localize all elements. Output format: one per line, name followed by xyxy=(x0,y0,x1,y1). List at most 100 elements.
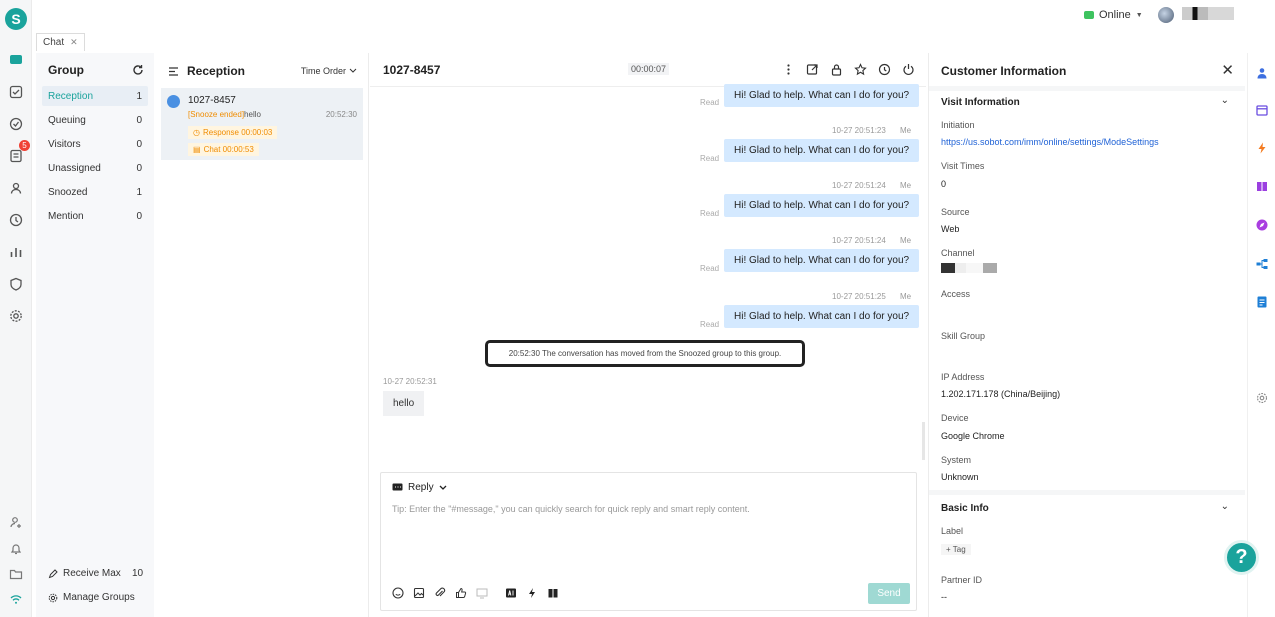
user-name-redacted[interactable] xyxy=(1182,7,1234,20)
group-item-visitors[interactable]: Visitors 0 xyxy=(42,134,148,154)
avatar[interactable] xyxy=(1158,7,1174,23)
knowledge-book-icon[interactable] xyxy=(1256,180,1268,192)
refresh-icon[interactable] xyxy=(132,64,144,76)
lightning-icon[interactable] xyxy=(526,587,538,599)
message-sender: Me xyxy=(900,126,912,135)
reception-header: Reception xyxy=(168,64,245,78)
chat-scrollbar[interactable] xyxy=(922,422,925,460)
tasks-icon[interactable] xyxy=(8,84,23,99)
image-icon[interactable] xyxy=(413,587,425,599)
close-icon[interactable]: ✕ xyxy=(70,37,78,48)
message-timestamp: 10-27 20:51:25 xyxy=(832,292,886,301)
attachment-icon[interactable] xyxy=(434,587,446,599)
star-icon[interactable] xyxy=(854,63,867,76)
read-status: Read xyxy=(700,209,720,218)
sort-dropdown[interactable]: Time Order xyxy=(301,66,357,76)
group-item-queuing[interactable]: Queuing 0 xyxy=(42,110,148,130)
power-icon[interactable] xyxy=(902,63,915,76)
manage-groups-button[interactable]: Manage Groups xyxy=(48,592,135,603)
field-value: Unknown xyxy=(941,472,979,482)
field-label: IP Address xyxy=(941,372,985,382)
tab-label: Chat xyxy=(43,37,65,48)
chevron-down-icon[interactable]: ⌄ xyxy=(1221,501,1229,512)
field-value: 0 xyxy=(941,179,947,189)
group-item-count: 0 xyxy=(136,210,142,222)
chevron-down-icon[interactable]: ⌄ xyxy=(1221,95,1229,106)
outgoing-message: Hi! Glad to help. What can I do for you? xyxy=(724,305,920,328)
outgoing-message: Hi! Glad to help. What can I do for you? xyxy=(724,84,920,107)
message-composer[interactable]: Reply Tip: Enter the "#message," you can… xyxy=(380,472,917,611)
shield-icon[interactable] xyxy=(8,276,23,291)
field-label: Skill Group xyxy=(941,331,986,341)
chat-timer: 00:00:07 xyxy=(628,63,670,75)
tab-chat[interactable]: Chat ✕ xyxy=(36,33,85,51)
group-item-label: Snoozed xyxy=(48,186,88,198)
help-button[interactable]: ? xyxy=(1224,540,1259,575)
form-icon[interactable] xyxy=(1256,296,1268,308)
online-status-dropdown[interactable]: Online ▼ xyxy=(1084,9,1143,21)
group-item-label: Visitors xyxy=(48,138,81,150)
outgoing-message: Hi! Glad to help. What can I do for you? xyxy=(724,249,920,272)
workflow-icon[interactable] xyxy=(1256,258,1268,270)
lock-icon[interactable] xyxy=(830,63,843,76)
status-label: Online xyxy=(1099,9,1131,21)
receive-max-value: 10 xyxy=(132,568,144,579)
receive-max-label: Receive Max xyxy=(63,568,121,579)
add-tag-button[interactable]: + Tag xyxy=(941,544,971,555)
outgoing-message: Hi! Glad to help. What can I do for you? xyxy=(724,139,920,162)
message-sender: Me xyxy=(900,236,912,245)
group-panel: Group Reception 1 Queuing 0 Visitors 0 U… xyxy=(36,53,154,617)
initiation-link[interactable]: https://us.sobot.com/imm/online/settings… xyxy=(941,137,1159,147)
response-time-label: Response 00:00:03 xyxy=(202,128,273,137)
history-icon[interactable] xyxy=(8,212,23,227)
receive-max-setting[interactable]: Receive Max 10 xyxy=(48,568,143,579)
field-label: Partner ID xyxy=(941,575,983,585)
chat-icon[interactable] xyxy=(8,52,23,67)
settings-gear-icon[interactable] xyxy=(8,308,23,323)
snooze-clock-icon[interactable] xyxy=(878,63,891,76)
ai-icon[interactable] xyxy=(505,587,517,599)
field-label: Channel xyxy=(941,248,975,258)
emoji-icon[interactable] xyxy=(392,587,404,599)
folder-icon[interactable] xyxy=(8,566,23,581)
wifi-icon[interactable] xyxy=(8,591,23,606)
field-value: Google Chrome xyxy=(941,431,1005,441)
sort-label: Time Order xyxy=(300,66,346,76)
conversation-item[interactable]: 1027-8457 [Snooze ended]hello 20:52:30 ◷… xyxy=(161,88,363,160)
customer-info-panel: Customer Information ✕ Visit Information… xyxy=(928,53,1245,617)
gear-icon xyxy=(48,593,58,602)
send-button[interactable]: Send xyxy=(868,583,910,604)
group-item-mention[interactable]: Mention 0 xyxy=(42,206,148,226)
close-icon[interactable]: ✕ xyxy=(1221,61,1234,79)
agent-icon[interactable] xyxy=(8,514,23,529)
field-label: Source xyxy=(941,207,970,217)
channel-value-redacted xyxy=(941,263,997,273)
online-status-icon xyxy=(1084,11,1094,19)
book-icon[interactable] xyxy=(547,587,559,599)
group-item-reception[interactable]: Reception 1 xyxy=(42,86,148,106)
more-vertical-icon[interactable] xyxy=(782,63,795,76)
clock-icon: ◷ xyxy=(193,128,200,137)
group-item-unassigned[interactable]: Unassigned 0 xyxy=(42,158,148,178)
reception-title: Reception xyxy=(187,64,246,78)
screen-icon[interactable] xyxy=(476,587,488,599)
message-input[interactable]: Tip: Enter the "#message," you can quick… xyxy=(392,504,750,514)
contacts-icon[interactable] xyxy=(8,180,23,195)
user-profile-icon[interactable] xyxy=(1256,67,1268,79)
group-panel-title: Group xyxy=(48,63,84,77)
statistics-icon[interactable] xyxy=(8,244,23,259)
ticket-icon[interactable] xyxy=(8,116,23,131)
compass-icon[interactable] xyxy=(1256,219,1268,231)
lightning-icon[interactable] xyxy=(1256,142,1268,154)
calendar-icon[interactable] xyxy=(1256,104,1268,116)
message-timestamp: 10-27 20:51:24 xyxy=(832,236,886,245)
chat-time-pill: ▤ Chat 00:00:53 xyxy=(188,143,259,156)
bell-icon[interactable] xyxy=(8,541,23,556)
reply-mode-dropdown[interactable]: Reply xyxy=(392,482,447,493)
thumbs-up-icon[interactable] xyxy=(455,587,467,599)
gear-icon[interactable] xyxy=(1256,392,1268,404)
transfer-icon[interactable] xyxy=(806,63,819,76)
group-item-count: 0 xyxy=(136,162,142,174)
group-item-snoozed[interactable]: Snoozed 1 xyxy=(42,182,148,202)
message-sender: Me xyxy=(900,292,912,301)
